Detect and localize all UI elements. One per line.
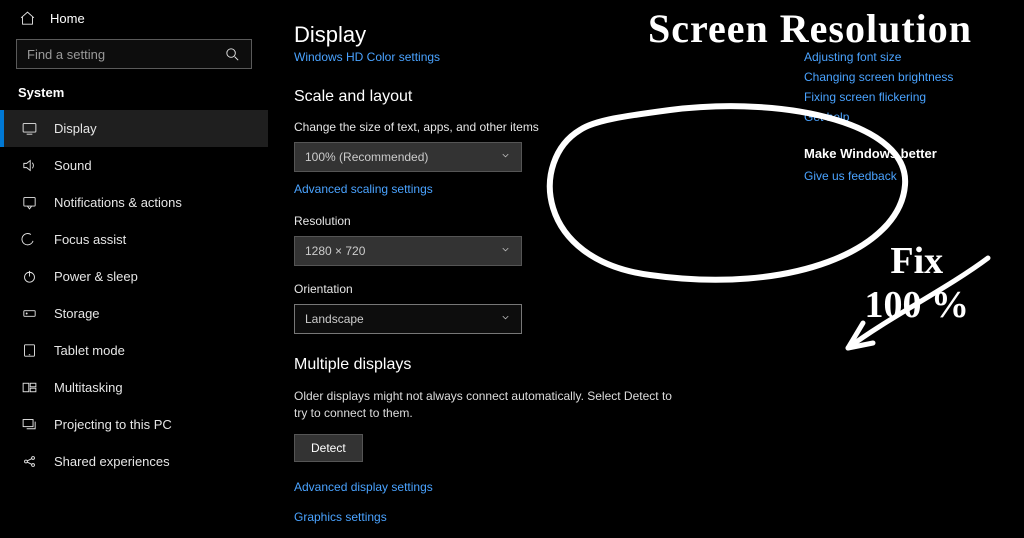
sidebar: Home Find a setting System Display Sound… bbox=[0, 0, 268, 538]
help-link[interactable]: Adjusting font size bbox=[804, 50, 1004, 64]
advanced-scaling-link[interactable]: Advanced scaling settings bbox=[294, 182, 433, 196]
make-windows-better-heading: Make Windows better bbox=[804, 146, 1004, 161]
notifications-icon bbox=[20, 194, 38, 211]
orientation-value: Landscape bbox=[305, 312, 364, 326]
overlay-fix-text: Fix 100 % bbox=[865, 240, 970, 327]
search-icon bbox=[223, 46, 241, 63]
sidebar-item-power-sleep[interactable]: Power & sleep bbox=[0, 258, 268, 295]
multitasking-icon bbox=[20, 379, 38, 396]
overlay-fix-line1: Fix bbox=[865, 240, 970, 284]
sidebar-label: Storage bbox=[54, 306, 100, 321]
chevron-down-icon bbox=[500, 150, 511, 164]
sidebar-label: Shared experiences bbox=[54, 454, 170, 469]
feedback-link[interactable]: Give us feedback bbox=[804, 169, 1004, 183]
chevron-down-icon bbox=[500, 312, 511, 326]
home-icon bbox=[18, 10, 36, 27]
multiple-displays-text: Older displays might not always connect … bbox=[294, 388, 674, 422]
advanced-display-link[interactable]: Advanced display settings bbox=[294, 480, 433, 494]
help-link[interactable]: Changing screen brightness bbox=[804, 70, 1004, 84]
sidebar-item-shared-experiences[interactable]: Shared experiences bbox=[0, 443, 268, 480]
resolution-value: 1280 × 720 bbox=[305, 244, 365, 258]
chevron-down-icon bbox=[500, 244, 511, 258]
sidebar-item-focus-assist[interactable]: Focus assist bbox=[0, 221, 268, 258]
sidebar-item-display[interactable]: Display bbox=[0, 110, 268, 147]
sound-icon bbox=[20, 157, 38, 174]
sidebar-item-projecting[interactable]: Projecting to this PC bbox=[0, 406, 268, 443]
shared-icon bbox=[20, 453, 38, 470]
resolution-dropdown[interactable]: 1280 × 720 bbox=[294, 236, 522, 266]
power-icon bbox=[20, 268, 38, 285]
sidebar-item-sound[interactable]: Sound bbox=[0, 147, 268, 184]
storage-icon bbox=[20, 305, 38, 322]
sidebar-label: Display bbox=[54, 121, 97, 136]
scale-dropdown[interactable]: 100% (Recommended) bbox=[294, 142, 522, 172]
sidebar-label: Tablet mode bbox=[54, 343, 125, 358]
section-title: System bbox=[0, 81, 268, 110]
sidebar-label: Sound bbox=[54, 158, 92, 173]
search-placeholder: Find a setting bbox=[27, 47, 105, 62]
home-button[interactable]: Home bbox=[0, 6, 268, 37]
orientation-dropdown[interactable]: Landscape bbox=[294, 304, 522, 334]
help-link[interactable]: Fixing screen flickering bbox=[804, 90, 1004, 104]
search-input[interactable]: Find a setting bbox=[16, 39, 252, 69]
home-label: Home bbox=[50, 11, 85, 26]
tablet-icon bbox=[20, 342, 38, 359]
focus-assist-icon bbox=[20, 231, 38, 248]
overlay-fix-line2: 100 % bbox=[865, 284, 970, 328]
sidebar-item-tablet-mode[interactable]: Tablet mode bbox=[0, 332, 268, 369]
scale-value: 100% (Recommended) bbox=[305, 150, 428, 164]
sidebar-item-notifications[interactable]: Notifications & actions bbox=[0, 184, 268, 221]
sidebar-label: Multitasking bbox=[54, 380, 123, 395]
display-icon bbox=[20, 120, 38, 137]
hd-color-link[interactable]: Windows HD Color settings bbox=[294, 50, 440, 64]
sidebar-label: Power & sleep bbox=[54, 269, 138, 284]
sidebar-label: Focus assist bbox=[54, 232, 126, 247]
help-links-column: Adjusting font size Changing screen brig… bbox=[804, 50, 1004, 189]
sidebar-label: Projecting to this PC bbox=[54, 417, 172, 432]
multiple-displays-heading: Multiple displays bbox=[294, 356, 1024, 374]
overlay-title: Screen Resolution bbox=[648, 5, 972, 52]
main-content: Display Windows HD Color settings Scale … bbox=[268, 0, 1024, 538]
help-link[interactable]: Get help bbox=[804, 110, 1004, 124]
projecting-icon bbox=[20, 416, 38, 433]
detect-button[interactable]: Detect bbox=[294, 434, 363, 462]
sidebar-item-multitasking[interactable]: Multitasking bbox=[0, 369, 268, 406]
sidebar-item-storage[interactable]: Storage bbox=[0, 295, 268, 332]
graphics-settings-link[interactable]: Graphics settings bbox=[294, 510, 387, 524]
resolution-label: Resolution bbox=[294, 214, 1024, 228]
sidebar-label: Notifications & actions bbox=[54, 195, 182, 210]
